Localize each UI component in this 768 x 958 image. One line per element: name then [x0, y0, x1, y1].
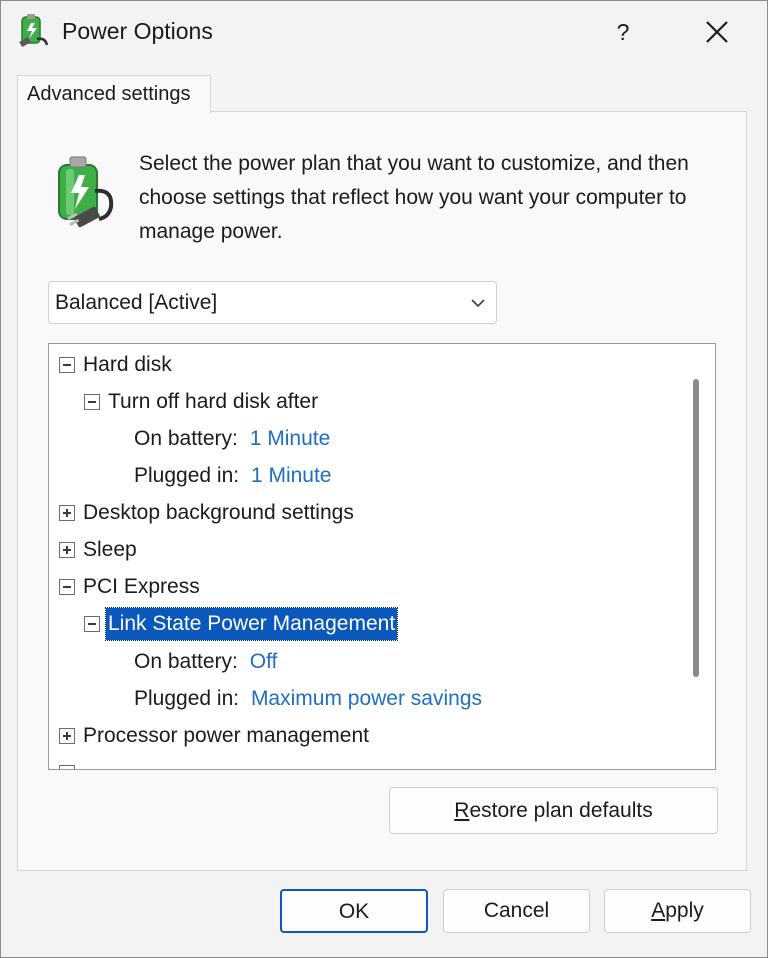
setting-label: On battery: [134, 650, 238, 673]
settings-tree[interactable]: Hard disk Turn off hard disk after On ba… [48, 343, 716, 770]
tree-item-hard-disk-plugged-in[interactable]: Plugged in: 1 Minute [134, 460, 331, 492]
apply-button[interactable]: Apply [604, 889, 751, 933]
power-options-window: Power Options ? Advanced settings Select… [0, 0, 768, 958]
tab-advanced-settings[interactable]: Advanced settings [17, 75, 211, 113]
ok-button[interactable]: OK [280, 889, 428, 933]
collapse-icon[interactable] [84, 394, 100, 410]
tree-item-link-state-plugged-in[interactable]: Plugged in: Maximum power savings [134, 683, 482, 715]
tree-item-label: Hard disk [83, 353, 172, 376]
help-icon: ? [616, 19, 630, 45]
tree-item-label-selected: Link State Power Management [104, 607, 399, 641]
close-icon [706, 21, 728, 43]
power-plan-select[interactable]: Balanced [Active] [48, 281, 497, 324]
expand-icon[interactable] [59, 728, 75, 744]
setting-value-link[interactable]: 1 Minute [251, 464, 332, 487]
collapse-icon[interactable] [59, 579, 75, 595]
apply-label: pply [665, 899, 704, 922]
intro-text: Select the power plan that you want to c… [139, 152, 689, 243]
setting-value-link[interactable]: Maximum power savings [251, 687, 482, 710]
tree-item-label: Desktop background settings [83, 501, 354, 524]
tree-scrollbar-thumb[interactable] [693, 379, 699, 677]
window-title: Power Options [62, 18, 213, 44]
tree-item-label: PCI Express [83, 575, 200, 598]
collapse-icon[interactable] [59, 357, 75, 373]
setting-label: Plugged in: [134, 687, 240, 710]
tree-item-label: Sleep [83, 538, 137, 561]
expand-icon[interactable] [59, 505, 75, 521]
restore-mnemonic: R [454, 799, 470, 822]
help-button[interactable]: ? [597, 9, 649, 55]
expand-icon[interactable] [59, 765, 75, 769]
power-options-icon [19, 14, 49, 47]
tree-item-hard-disk-on-battery[interactable]: On battery: 1 Minute [134, 423, 330, 455]
battery-plug-icon [58, 156, 114, 228]
title-bar[interactable]: Power Options ? [1, 1, 767, 63]
tree-item-label: Processor power management [83, 724, 369, 747]
restore-label: estore plan defaults [469, 799, 653, 822]
close-button[interactable] [691, 9, 743, 55]
restore-plan-defaults-button[interactable]: Restore plan defaults [389, 787, 718, 834]
tree-item-label: Turn off hard disk after [108, 390, 319, 413]
chevron-down-icon [471, 299, 485, 308]
cancel-button[interactable]: Cancel [443, 889, 590, 933]
tree-item-link-state-on-battery[interactable]: On battery: Off [134, 646, 277, 678]
setting-label: Plugged in: [134, 464, 240, 487]
setting-value-link[interactable]: Off [250, 650, 278, 673]
setting-value-link[interactable]: 1 Minute [250, 427, 331, 450]
expand-icon[interactable] [59, 542, 75, 558]
setting-label: On battery: [134, 427, 238, 450]
power-plan-selected-value: Balanced [Active] [55, 291, 218, 314]
collapse-icon[interactable] [84, 616, 100, 632]
apply-mnemonic: A [651, 899, 666, 922]
